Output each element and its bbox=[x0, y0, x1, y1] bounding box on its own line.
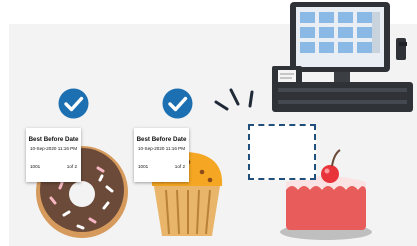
alert-rays-icon bbox=[214, 88, 254, 111]
best-before-label: Best Before Date 10-Sep-2020 11:16 PM 10… bbox=[26, 128, 81, 182]
best-before-label: Best Before Date 10-Sep-2020 11:16 PM 10… bbox=[134, 128, 189, 182]
checkmark-circle-icon bbox=[162, 88, 193, 119]
label-code: 1001 bbox=[30, 164, 41, 169]
label-date: 10-Sep-2020 11:16 PM bbox=[137, 146, 186, 151]
label-date: 10-Sep-2020 11:16 PM bbox=[29, 146, 78, 151]
label-code: 1001 bbox=[138, 164, 149, 169]
label-page: 1of 2 bbox=[66, 164, 77, 169]
label-page: 1of 2 bbox=[174, 164, 185, 169]
label-title: Best Before Date bbox=[28, 136, 79, 143]
missing-label-placeholder bbox=[248, 124, 316, 180]
label-title: Best Before Date bbox=[136, 136, 187, 143]
checkmark-circle-icon bbox=[58, 88, 89, 119]
illustration-stage: Best Before Date 10-Sep-2020 11:16 PM 10… bbox=[0, 0, 417, 246]
pos-terminal-icon bbox=[272, 2, 413, 112]
